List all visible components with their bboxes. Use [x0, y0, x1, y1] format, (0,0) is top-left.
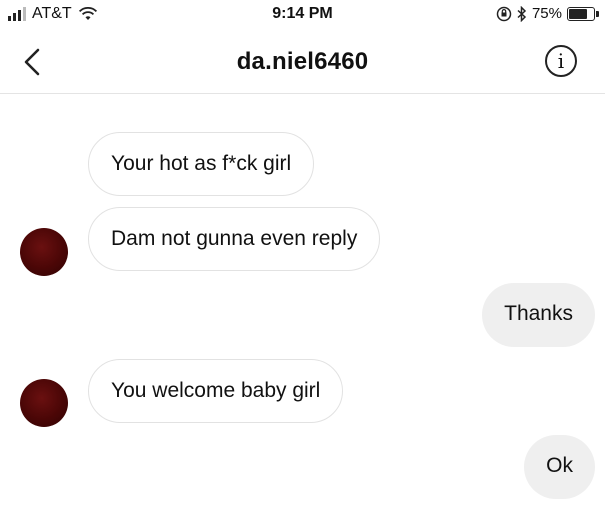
orientation-lock-icon: [496, 6, 512, 21]
info-button[interactable]: i: [545, 45, 577, 77]
message-thread[interactable]: Your hot as f*ck girl Dam not gunna even…: [0, 95, 605, 505]
battery-icon: [567, 6, 599, 21]
message-bubble[interactable]: Ok: [524, 435, 595, 499]
status-right: 75%: [496, 5, 599, 22]
conversation-title[interactable]: da.niel6460: [0, 48, 605, 76]
message-bubble[interactable]: Thanks: [482, 283, 595, 347]
message-bubble[interactable]: You welcome baby girl: [88, 359, 344, 423]
battery-percent: 75%: [531, 5, 562, 22]
status-bar: AT&T 9:14 PM 75%: [0, 0, 605, 32]
avatar[interactable]: [20, 379, 68, 427]
message-bubble[interactable]: Dam not gunna even reply: [88, 207, 381, 271]
avatar[interactable]: [20, 228, 68, 276]
info-icon: i: [557, 49, 565, 73]
conversation-header: da.niel6460 i: [0, 32, 605, 94]
message-bubble[interactable]: Your hot as f*ck girl: [88, 132, 315, 196]
bluetooth-icon: [517, 5, 527, 22]
